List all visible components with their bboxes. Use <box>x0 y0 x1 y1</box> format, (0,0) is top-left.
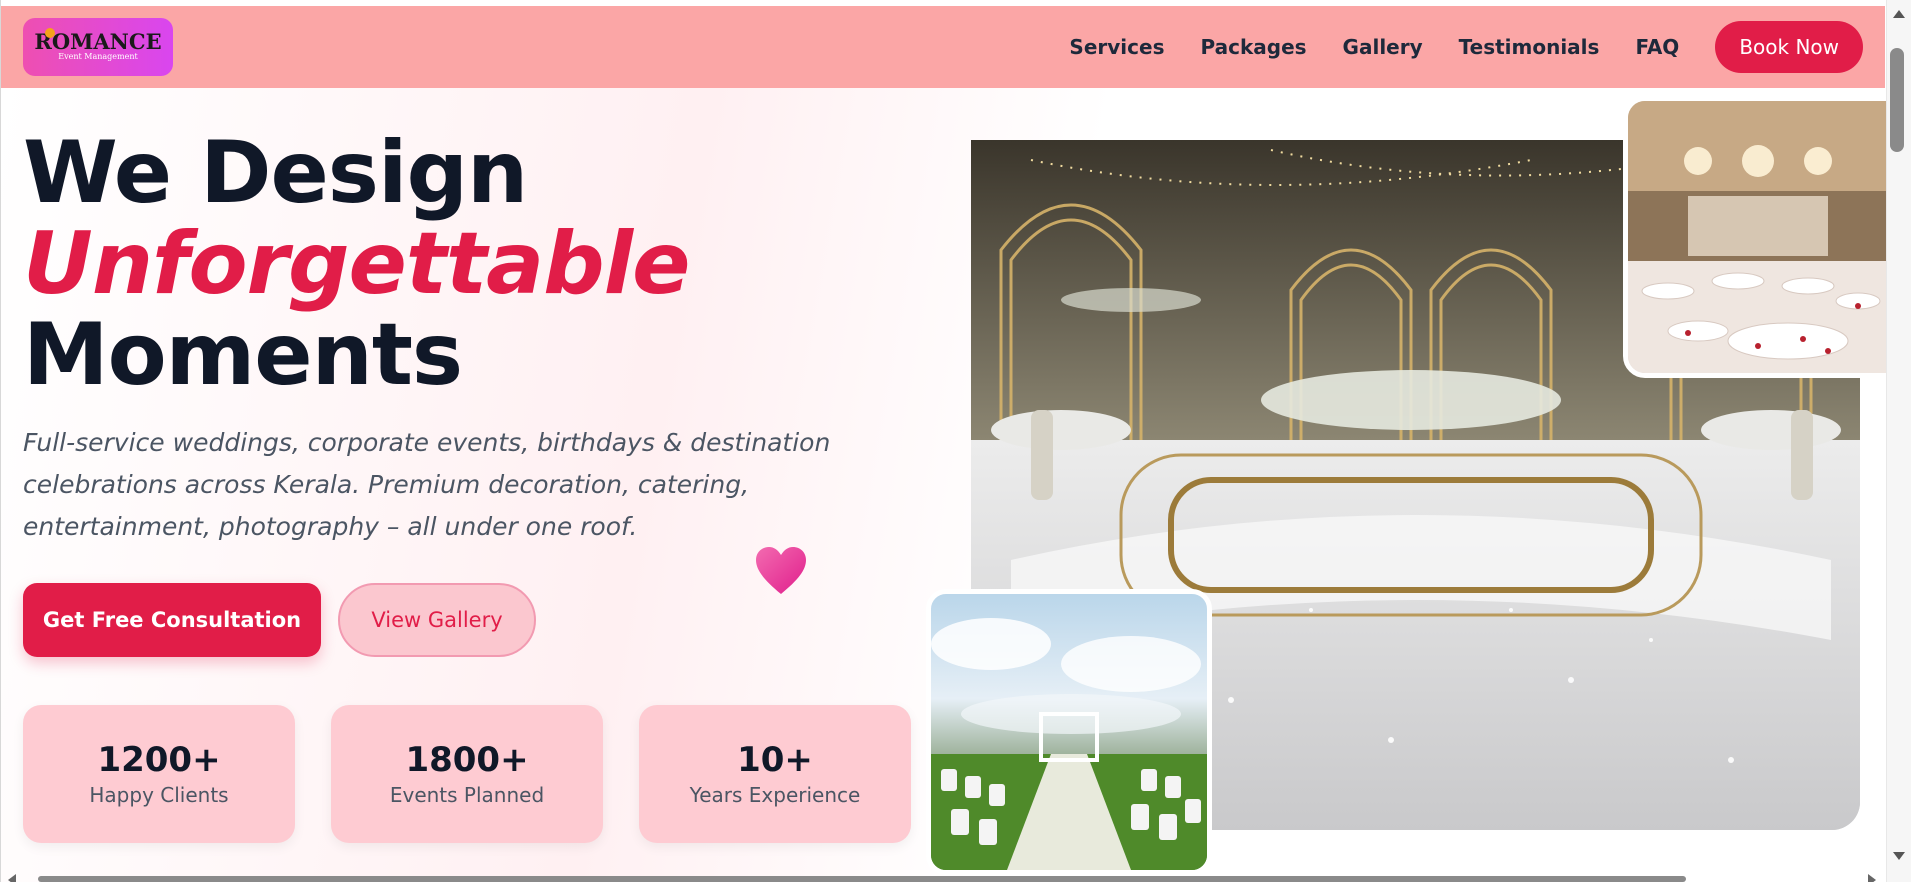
nav-link-faq[interactable]: FAQ <box>1635 35 1679 59</box>
stat-card-events-planned: 1800+ Events Planned <box>331 705 603 843</box>
scroll-down-arrow-icon[interactable] <box>1893 852 1905 860</box>
vertical-scrollbar-thumb[interactable] <box>1890 48 1904 152</box>
stat-value: 10+ <box>737 740 813 780</box>
site-header: ROMANCE Event Management Services Packag… <box>1 6 1885 88</box>
nav-link-gallery[interactable]: Gallery <box>1343 35 1423 59</box>
scroll-up-arrow-icon[interactable] <box>1893 10 1905 18</box>
nav-link-testimonials[interactable]: Testimonials <box>1459 35 1600 59</box>
hero-tagline: Full-service weddings, corporate events,… <box>23 428 831 541</box>
get-free-consultation-button[interactable]: Get Free Consultation <box>23 583 321 657</box>
headline-accent: Unforgettable <box>23 214 690 314</box>
horizontal-scrollbar-thumb[interactable] <box>38 876 1686 882</box>
hero-headline: We Design Unforgettable Moments <box>23 123 690 405</box>
stat-label: Happy Clients <box>89 783 229 807</box>
logo-sub-text: Event Management <box>58 52 138 61</box>
logo-sun-icon <box>45 28 55 38</box>
nav-link-services[interactable]: Services <box>1069 35 1164 59</box>
stat-card-happy-clients: 1200+ Happy Clients <box>23 705 295 843</box>
stat-value: 1200+ <box>97 740 221 780</box>
headline-line-3: Moments <box>23 305 463 405</box>
nav-link-packages[interactable]: Packages <box>1200 35 1306 59</box>
scroll-right-arrow-icon[interactable] <box>1868 874 1876 882</box>
view-gallery-button[interactable]: View Gallery <box>338 583 536 657</box>
stat-card-years-experience: 10+ Years Experience <box>639 705 911 843</box>
scroll-left-arrow-icon[interactable] <box>8 874 16 882</box>
garden-ceremony-image <box>926 589 1212 875</box>
stat-value: 1800+ <box>405 740 529 780</box>
brand-logo[interactable]: ROMANCE Event Management <box>23 18 173 76</box>
book-now-button[interactable]: Book Now <box>1715 21 1863 73</box>
main-nav: Services Packages Gallery Testimonials F… <box>1069 21 1863 73</box>
stat-label: Years Experience <box>689 783 861 807</box>
stat-label: Events Planned <box>389 783 545 807</box>
headline-line-1: We Design <box>23 123 528 223</box>
banquet-hall-image <box>1623 96 1891 378</box>
heart-icon <box>756 547 806 594</box>
